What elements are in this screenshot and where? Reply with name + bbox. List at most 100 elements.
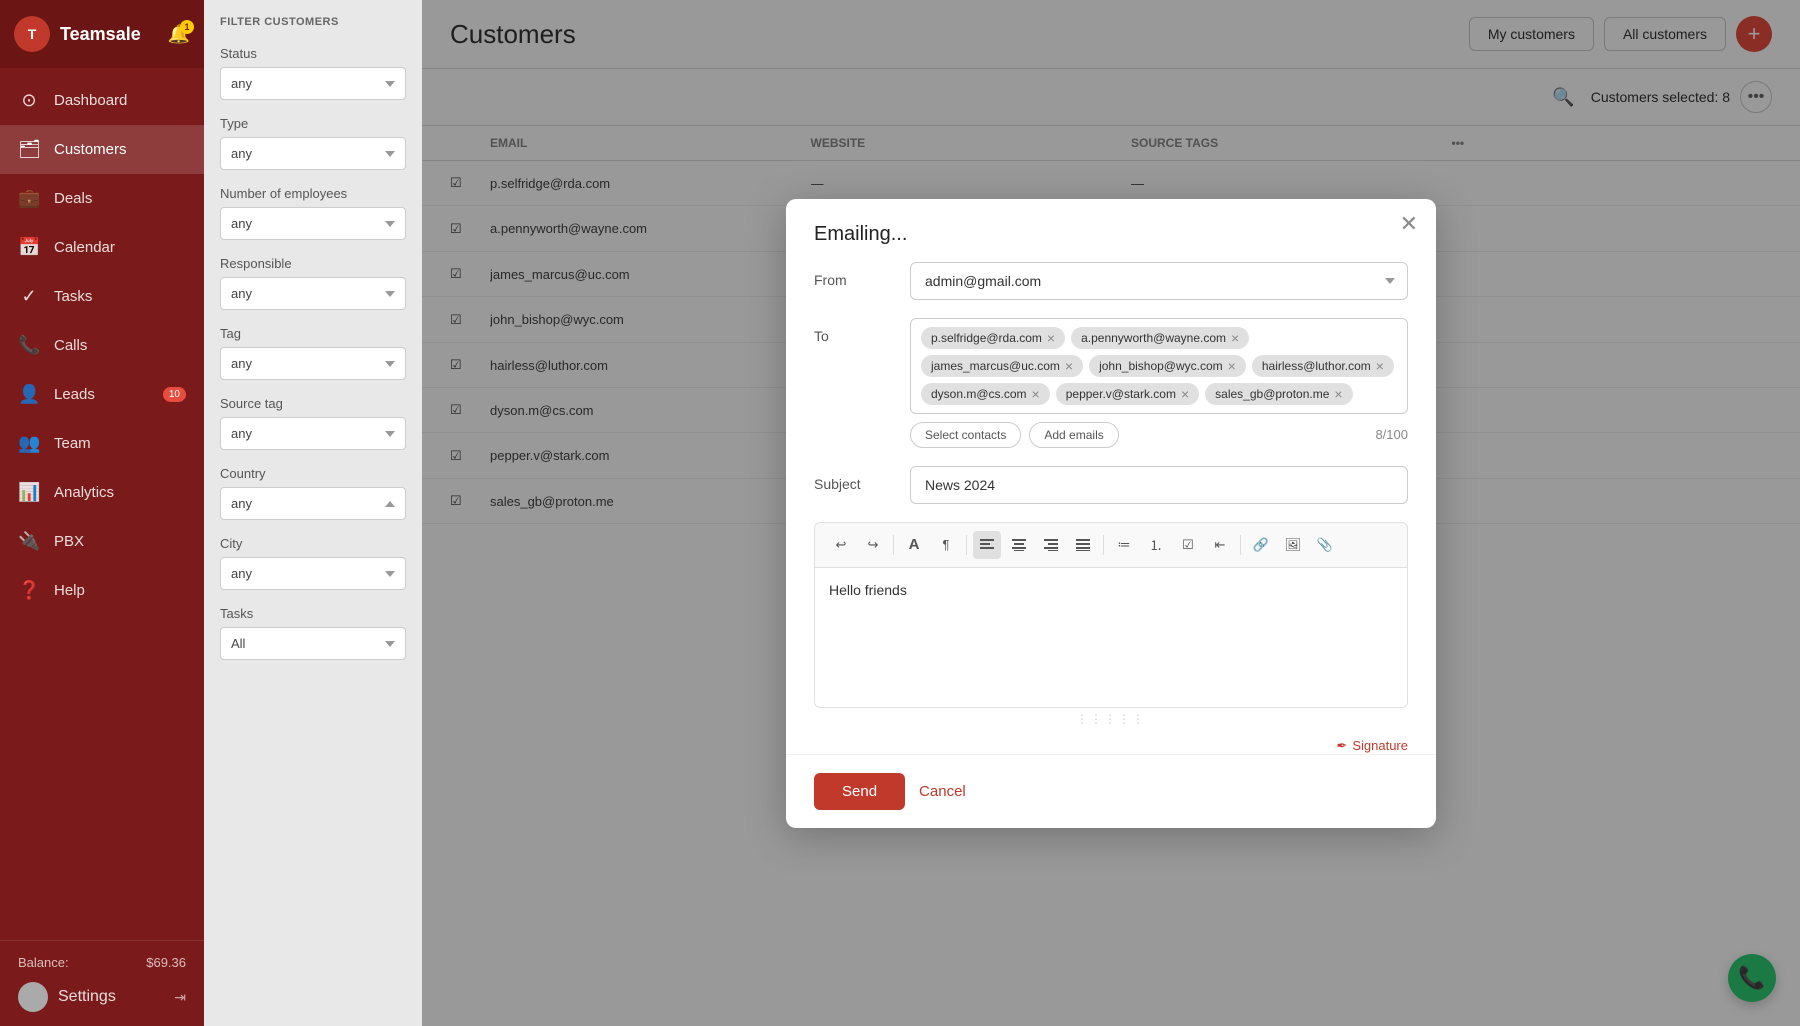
filter-country-select[interactable]: any (220, 487, 406, 520)
settings-label: Settings (58, 988, 116, 1006)
main-content: Customers My customers All customers + 🔍… (422, 0, 1800, 1026)
signature-label: Signature (1352, 738, 1408, 753)
sidebar-item-label: Calendar (54, 239, 115, 256)
filter-tasks-select[interactable]: All (220, 627, 406, 660)
sidebar-item-help[interactable]: ❓ Help (0, 566, 204, 615)
undo-button[interactable]: ↩ (827, 531, 855, 559)
subject-row: Subject (814, 466, 1408, 504)
image-button[interactable]: 🖼 (1279, 531, 1307, 559)
app-logo: T (14, 16, 50, 52)
email-tag-value: hairless@luthor.com (1262, 359, 1371, 373)
align-left-button[interactable] (973, 531, 1001, 559)
editor-content: Hello friends (829, 582, 907, 598)
email-tag-value: james_marcus@uc.com (931, 359, 1060, 373)
filter-responsible-label: Responsible (220, 256, 406, 271)
signature-icon: ✒ (1336, 738, 1347, 754)
sidebar-item-leads[interactable]: 👤 Leads 10 (0, 370, 204, 419)
filter-tag: Tag any (220, 326, 406, 396)
email-tag: hairless@luthor.com × (1252, 355, 1394, 377)
remove-email-tag[interactable]: × (1047, 331, 1055, 345)
filter-type-select[interactable]: any (220, 137, 406, 170)
align-right-button[interactable] (1037, 531, 1065, 559)
email-tag: a.pennyworth@wayne.com × (1071, 327, 1249, 349)
sidebar-item-calendar[interactable]: 📅 Calendar (0, 223, 204, 272)
remove-email-tag[interactable]: × (1032, 387, 1040, 401)
from-label: From (814, 262, 894, 288)
filter-responsible-select[interactable]: any (220, 277, 406, 310)
subject-input[interactable] (910, 466, 1408, 504)
filter-type-label: Type (220, 116, 406, 131)
email-tag-value: dyson.m@cs.com (931, 387, 1027, 401)
sidebar-item-team[interactable]: 👥 Team (0, 419, 204, 468)
from-select[interactable]: admin@gmail.com (910, 262, 1408, 300)
modal-body: From admin@gmail.com To (786, 262, 1436, 754)
modal-close-button[interactable]: ✕ (1400, 213, 1418, 235)
remove-email-tag[interactable]: × (1065, 359, 1073, 373)
settings-item[interactable]: Settings ⇥ (18, 982, 186, 1012)
calendar-icon: 📅 (18, 237, 40, 258)
font-button[interactable]: A (900, 531, 928, 559)
sidebar-item-analytics[interactable]: 📊 Analytics (0, 468, 204, 517)
filter-country: Country any (220, 466, 406, 536)
sidebar-item-pbx[interactable]: 🔌 PBX (0, 517, 204, 566)
modal-header: Emailing... (786, 199, 1436, 262)
filter-status-label: Status (220, 46, 406, 61)
balance-row: Balance: $69.36 (18, 955, 186, 970)
link-button[interactable]: 🔗 (1247, 531, 1275, 559)
outdent-button[interactable]: ⇤ (1206, 531, 1234, 559)
checklist-button[interactable]: ☑ (1174, 531, 1202, 559)
remove-email-tag[interactable]: × (1181, 387, 1189, 401)
justify-button[interactable] (1069, 531, 1097, 559)
modal-title: Emailing... (814, 223, 1408, 246)
app-title: Teamsale (60, 24, 141, 45)
help-icon: ❓ (18, 580, 40, 601)
leads-badge: 10 (163, 387, 186, 402)
filter-type: Type any (220, 116, 406, 186)
analytics-icon: 📊 (18, 482, 40, 503)
from-control: admin@gmail.com (910, 262, 1408, 300)
filter-employees-select[interactable]: any (220, 207, 406, 240)
select-contacts-button[interactable]: Select contacts (910, 422, 1021, 448)
sidebar-item-deals[interactable]: 💼 Deals (0, 174, 204, 223)
numbered-list-button[interactable]: ⒈ (1142, 531, 1170, 559)
paragraph-button[interactable]: ¶ (932, 531, 960, 559)
cancel-button[interactable]: Cancel (919, 783, 966, 800)
add-emails-button[interactable]: Add emails (1029, 422, 1118, 448)
signature-row: ✒ Signature (814, 730, 1408, 754)
team-icon: 👥 (18, 433, 40, 454)
signature-link[interactable]: ✒ Signature (1336, 738, 1408, 754)
dashboard-icon: ⊙ (18, 90, 40, 111)
sidebar-item-calls[interactable]: 📞 Calls (0, 321, 204, 370)
sidebar-item-customers[interactable]: 🗂 Customers (0, 125, 204, 174)
redo-button[interactable]: ↪ (859, 531, 887, 559)
email-tag-value: sales_gb@proton.me (1215, 387, 1329, 401)
remove-email-tag[interactable]: × (1228, 359, 1236, 373)
sidebar-item-dashboard[interactable]: ⊙ Dashboard (0, 76, 204, 125)
modal-overlay: ✕ Emailing... From admin@gmail.com (422, 0, 1800, 1026)
bullet-list-button[interactable]: ≔ (1110, 531, 1138, 559)
attach-button[interactable]: 📎 (1311, 531, 1339, 559)
sidebar-nav: ⊙ Dashboard 🗂 Customers 💼 Deals 📅 Calend… (0, 68, 204, 940)
to-label: To (814, 318, 894, 344)
sidebar-footer: Balance: $69.36 Settings ⇥ (0, 940, 204, 1026)
filter-status-select[interactable]: any (220, 67, 406, 100)
pbx-icon: 🔌 (18, 531, 40, 552)
remove-email-tag[interactable]: × (1334, 387, 1342, 401)
sidebar-item-tasks[interactable]: ✓ Tasks (0, 272, 204, 321)
align-center-button[interactable] (1005, 531, 1033, 559)
editor-drag-handle[interactable]: ⋮⋮⋮⋮⋮ (814, 708, 1408, 730)
filter-city-label: City (220, 536, 406, 551)
filter-city-select[interactable]: any (220, 557, 406, 590)
remove-email-tag[interactable]: × (1376, 359, 1384, 373)
filter-title: FILTER CUSTOMERS (220, 16, 406, 28)
filter-source-tag-select[interactable]: any (220, 417, 406, 450)
toolbar-sep (966, 535, 967, 555)
filter-panel: FILTER CUSTOMERS Status any Type any Num… (204, 0, 422, 1026)
subject-label: Subject (814, 466, 894, 492)
editor-body[interactable]: Hello friends (814, 568, 1408, 708)
filter-tag-select[interactable]: any (220, 347, 406, 380)
sidebar-item-label: Leads (54, 386, 95, 403)
send-button[interactable]: Send (814, 773, 905, 810)
remove-email-tag[interactable]: × (1231, 331, 1239, 345)
notifications-bell[interactable]: 🔔 1 (168, 24, 190, 45)
